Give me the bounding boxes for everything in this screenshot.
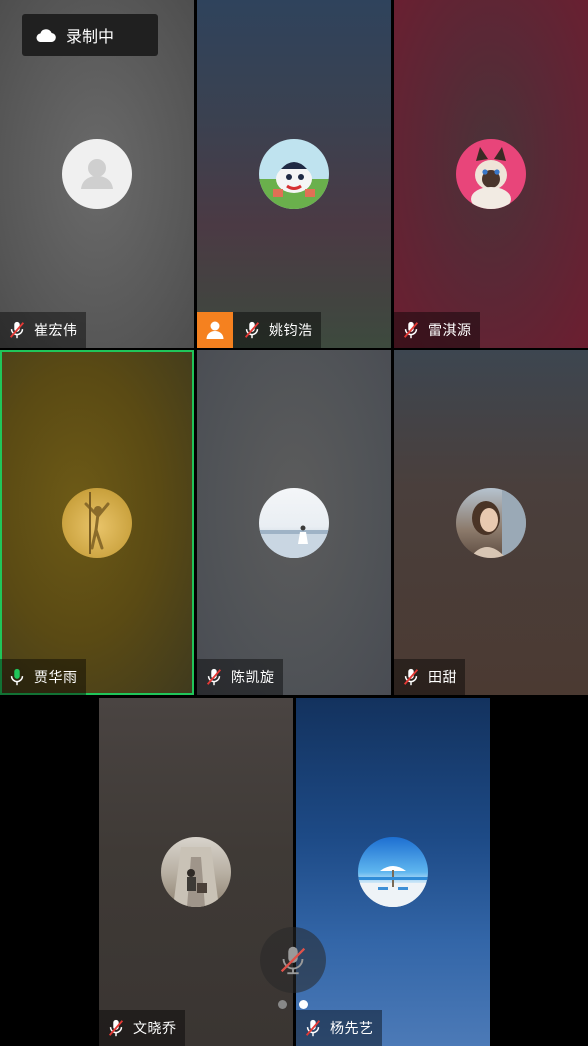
avatar	[456, 487, 526, 558]
mic-muted-icon	[400, 319, 422, 341]
beach-umbrella-avatar-icon	[358, 866, 428, 907]
participant-name: 田甜	[428, 670, 457, 686]
participant-tile-3[interactable]: 雷淇源	[394, 0, 588, 348]
participant-namebar: 崔宏伟	[0, 312, 86, 348]
participant-tile-5[interactable]: 陈凯旋	[197, 350, 391, 695]
participant-name: 贾华雨	[34, 670, 78, 686]
page-indicator[interactable]	[278, 1000, 308, 1009]
page-dot-2[interactable]	[299, 1000, 308, 1009]
mic-off-icon	[280, 946, 306, 975]
avatar	[259, 139, 329, 209]
siamese-cat-avatar-icon	[471, 147, 511, 209]
participant-namebar: 田甜	[394, 659, 465, 695]
mute-toggle-button[interactable]	[260, 927, 326, 993]
mic-muted-icon	[400, 666, 422, 688]
participant-namebar: 姚钧浩	[197, 312, 321, 348]
participant-tile-8[interactable]: 杨先艺	[296, 698, 490, 1046]
host-badge	[197, 312, 233, 348]
mic-muted-icon	[6, 319, 28, 341]
participant-name: 姚钧浩	[269, 323, 313, 339]
participant-name: 杨先艺	[330, 1021, 374, 1037]
participant-name: 崔宏伟	[34, 323, 78, 339]
participant-name: 雷淇源	[428, 323, 472, 339]
avatar	[456, 139, 526, 209]
default-avatar-icon	[81, 159, 113, 189]
avatar	[358, 837, 428, 907]
hallway-person-avatar-icon	[173, 847, 219, 907]
avatar	[259, 487, 329, 558]
participant-tile-6[interactable]: 田甜	[394, 350, 588, 695]
participant-namebar: 雷淇源	[394, 312, 480, 348]
recording-label: 录制中	[66, 27, 115, 46]
participant-namebar: 杨先艺	[296, 1010, 382, 1046]
participant-tile-2[interactable]: 姚钧浩	[197, 0, 391, 348]
participant-name: 文晓乔	[133, 1021, 177, 1037]
participant-namebar: 文晓乔	[99, 1010, 185, 1046]
participant-name: 陈凯旋	[231, 670, 275, 686]
page-dot-1[interactable]	[278, 1000, 287, 1009]
avatar	[62, 487, 132, 558]
participant-namebar: 陈凯旋	[197, 659, 283, 695]
recording-indicator[interactable]: 录制中	[22, 14, 158, 56]
participant-tile-7[interactable]: 文晓乔	[99, 698, 293, 1046]
avatar	[62, 139, 132, 209]
mic-muted-icon	[302, 1017, 324, 1039]
mic-active-icon	[6, 666, 28, 688]
host-person-icon	[206, 321, 224, 339]
girl-portrait-avatar-icon	[470, 487, 526, 558]
dancer-silhouette-avatar-icon	[84, 491, 110, 554]
participant-tile-4[interactable]: 贾华雨	[0, 350, 194, 695]
participant-namebar: 贾华雨	[0, 659, 86, 695]
cartoon-cat-avatar-icon	[259, 162, 329, 209]
mic-muted-icon	[241, 319, 263, 341]
avatar	[161, 837, 231, 907]
mic-muted-icon	[203, 666, 225, 688]
cloud-icon	[36, 29, 56, 43]
mic-muted-icon	[105, 1017, 127, 1039]
beach-person-avatar-icon	[259, 525, 329, 558]
